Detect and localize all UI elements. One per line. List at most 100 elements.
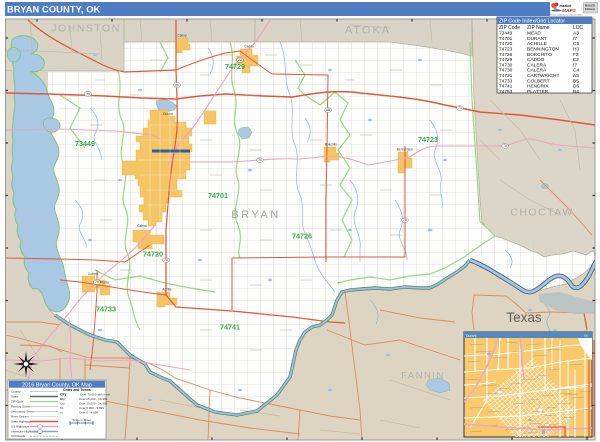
svg-text:Bokchito: Bokchito [325, 143, 337, 147]
svg-text:Caddo: Caddo [244, 45, 254, 49]
svg-text:ZIP Name: ZIP Name [527, 25, 550, 31]
svg-text:LOC: LOC [573, 25, 584, 31]
svg-text:74733: 74733 [96, 305, 116, 314]
svg-text:ZIP Code: ZIP Code [499, 25, 520, 31]
svg-text:Cty: Cty [60, 401, 65, 405]
svg-text:CARTWRIGHT: CARTWRIGHT [527, 73, 559, 79]
svg-text:C4: C4 [573, 68, 579, 74]
svg-text:74730: 74730 [499, 68, 513, 74]
svg-text:74753: 74753 [499, 89, 513, 95]
svg-text:Bennington: Bennington [397, 148, 413, 152]
svg-text:74729: 74729 [225, 62, 245, 71]
svg-text:JOHNSTON: JOHNSTON [51, 23, 121, 35]
svg-text:74701: 74701 [499, 36, 513, 42]
svg-text:State Highways: State Highways [11, 420, 32, 424]
svg-text:74741: 74741 [220, 323, 240, 332]
svg-text:OK: OK [584, 334, 588, 338]
svg-text:Colbert: Colbert [88, 272, 98, 276]
svg-text:74720: 74720 [143, 250, 163, 259]
svg-text:74723: 74723 [499, 47, 513, 53]
svg-text:XL: XL [60, 406, 64, 410]
svg-text:BENNINGTON: BENNINGTON [527, 47, 559, 53]
svg-text:Durant: Durant [466, 334, 477, 338]
svg-text:Over 0 - 4,999: Over 0 - 4,999 [79, 410, 99, 414]
svg-text:74731: 74731 [499, 73, 513, 79]
svg-text:48: 48 [326, 108, 330, 112]
svg-text:75: 75 [95, 280, 99, 284]
svg-text:E2: E2 [573, 57, 579, 63]
svg-text:CALERA: CALERA [527, 62, 547, 68]
svg-text:BOKCHITO: BOKCHITO [527, 52, 552, 58]
svg-text:COLBERT: COLBERT [527, 78, 550, 84]
svg-text:A5: A5 [573, 73, 579, 79]
svg-text:70: 70 [503, 144, 507, 148]
svg-text:Over 70,000 with Inset: Over 70,000 with Inset [80, 392, 110, 396]
svg-text:74720: 74720 [499, 41, 513, 47]
svg-text:74726: 74726 [292, 232, 312, 241]
svg-text:A3: A3 [573, 31, 579, 37]
svg-text:River Stream: River Stream [11, 415, 29, 419]
svg-text:In: In [60, 410, 63, 414]
svg-text:74729: 74729 [499, 57, 513, 63]
svg-text:74733: 74733 [499, 78, 513, 84]
svg-text:B5: B5 [573, 78, 579, 84]
svg-text:70: 70 [258, 158, 262, 162]
svg-text:C5: C5 [573, 41, 579, 47]
svg-text:74701: 74701 [208, 191, 228, 200]
svg-text:State: State [11, 395, 18, 399]
svg-text:PLATTER: PLATTER [527, 89, 549, 95]
svg-text:US Highways: US Highways [11, 425, 30, 429]
svg-text:CHOCTAW: CHOCTAW [510, 207, 574, 219]
svg-text:69: 69 [175, 83, 179, 87]
svg-text:H3: H3 [573, 47, 579, 53]
svg-text:America's Leading Source of Bu: America's Leading Source of Business Map… [549, 13, 583, 16]
svg-text:70: 70 [86, 92, 90, 96]
svg-text:B4: B4 [573, 89, 579, 95]
svg-text:Platter: Platter [100, 281, 110, 285]
svg-text:Over 5,000 - 9,999: Over 5,000 - 9,999 [79, 406, 104, 410]
svg-text:MAILED: MAILED [585, 4, 595, 8]
svg-text:Toll Roads: Toll Roads [11, 434, 26, 438]
svg-text:ZIP Code Index/Grid Locator: ZIP Code Index/Grid Locator [499, 19, 565, 25]
svg-text:MAPS: MAPS [562, 8, 577, 14]
svg-text:74730: 74730 [499, 62, 513, 68]
svg-text:CALERA: CALERA [527, 68, 547, 74]
svg-text:Texas: Texas [506, 310, 542, 325]
svg-text:ACHILLE: ACHILLE [527, 41, 547, 47]
svg-text:Primary Street: Primary Street [11, 405, 30, 409]
svg-text:CADDO: CADDO [527, 57, 545, 63]
svg-text:BRYAN: BRYAN [231, 209, 280, 221]
svg-text:Scale in Miles: Scale in Miles [72, 418, 91, 422]
svg-text:City: City [60, 392, 67, 396]
svg-text:market: market [560, 4, 573, 8]
svg-text:Editions: Editions [585, 7, 596, 11]
svg-text:74726: 74726 [499, 52, 513, 58]
svg-text:Achille: Achille [162, 288, 172, 292]
svg-text:70: 70 [458, 106, 462, 110]
svg-text:ZIP Code: ZIP Code [11, 400, 24, 404]
svg-text:Dty: Dty [60, 397, 65, 401]
svg-text:74741: 74741 [499, 84, 513, 90]
svg-text:Durant: Durant [163, 112, 173, 116]
svg-text:74723: 74723 [418, 135, 438, 144]
svg-text:Caney: Caney [177, 34, 187, 38]
svg-text:73449: 73449 [499, 31, 513, 37]
svg-text:I7: I7 [573, 62, 577, 68]
svg-text:73449: 73449 [75, 139, 95, 148]
svg-text:78: 78 [403, 218, 407, 222]
svg-text:I7: I7 [573, 36, 577, 42]
svg-text:Over 10,000 - 24,999: Over 10,000 - 24,999 [79, 401, 108, 405]
svg-text:D6: D6 [573, 84, 579, 90]
svg-text:MEAD: MEAD [527, 31, 541, 37]
svg-text:DURANT: DURANT [527, 36, 547, 42]
svg-text:HENDRIX: HENDRIX [527, 84, 549, 90]
svg-text:FANNIN: FANNIN [401, 371, 445, 382]
svg-text:ATOKA: ATOKA [345, 25, 391, 37]
svg-text:Calera: Calera [137, 224, 147, 228]
svg-text:78: 78 [164, 258, 168, 262]
svg-text:BRYAN COUNTY, OK: BRYAN COUNTY, OK [7, 4, 101, 14]
svg-text:County: County [11, 390, 21, 394]
svg-text:F3: F3 [573, 52, 579, 58]
svg-text:Cities and Towns: Cities and Towns [63, 388, 91, 392]
svg-text:Over 25,000 - 69,999: Over 25,000 - 69,999 [79, 397, 108, 401]
